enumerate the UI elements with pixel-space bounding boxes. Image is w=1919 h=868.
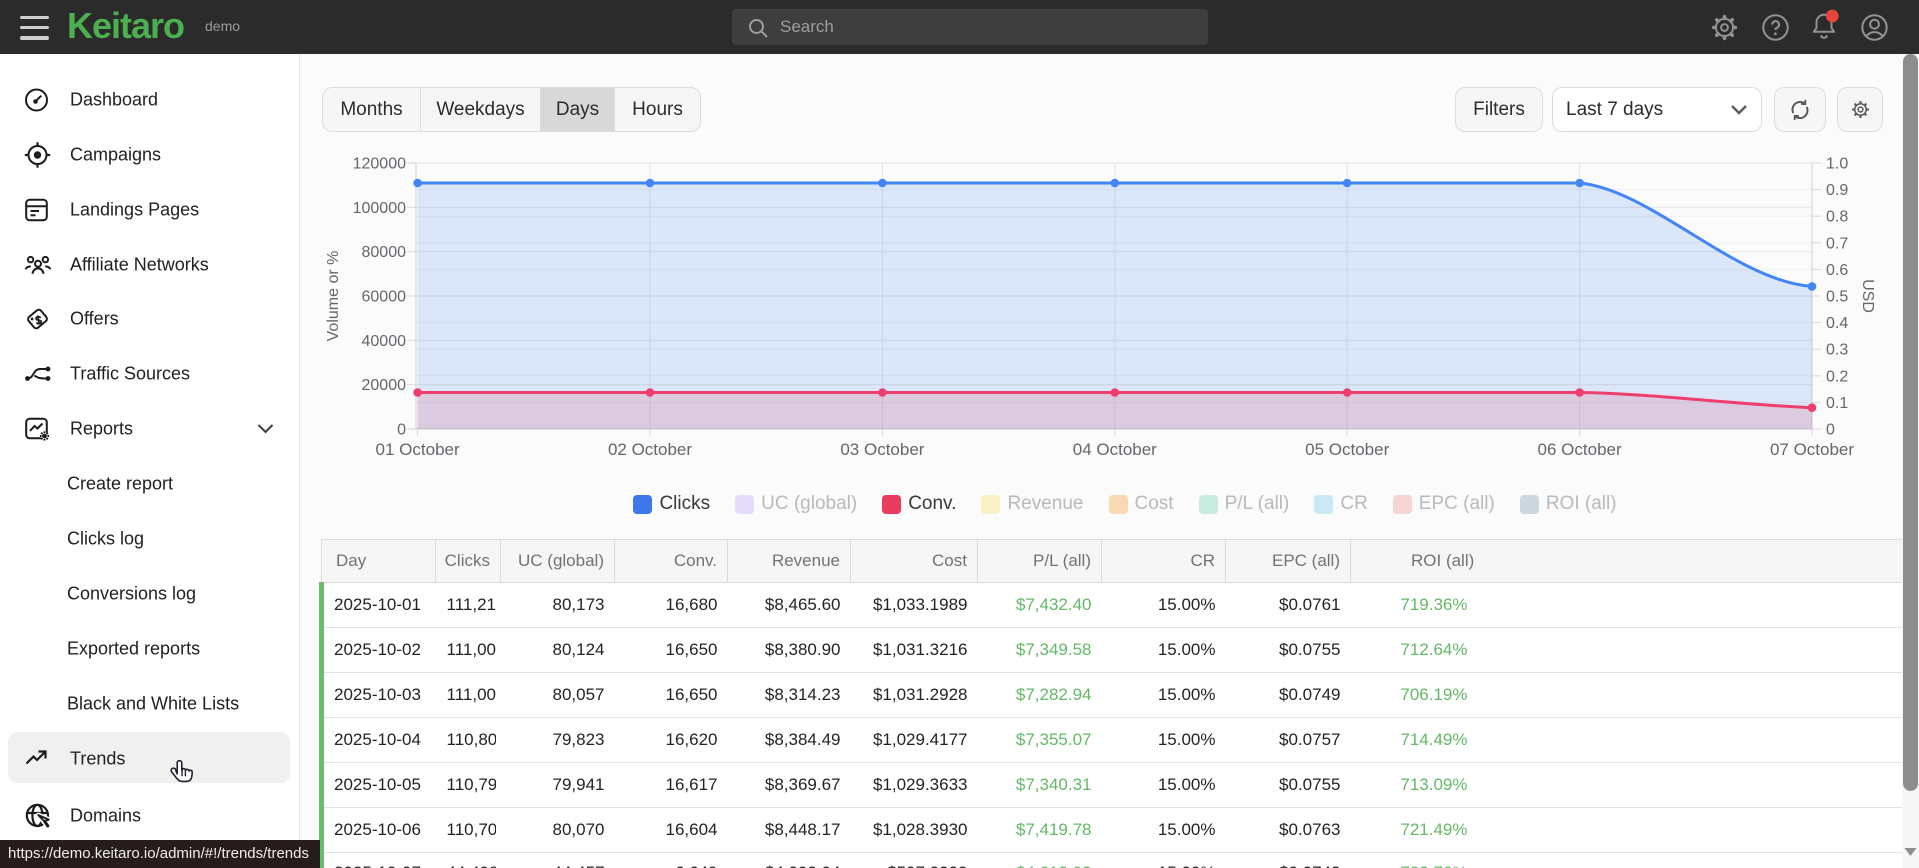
svg-text:0.5: 0.5 (1826, 289, 1848, 306)
svg-text:120000: 120000 (353, 156, 406, 173)
svg-text:0: 0 (1826, 422, 1835, 439)
svg-text:1.0: 1.0 (1826, 156, 1848, 173)
svg-text:04 October: 04 October (1073, 440, 1157, 459)
svg-text:40000: 40000 (362, 333, 407, 350)
svg-text:0.8: 0.8 (1826, 209, 1848, 226)
svg-text:02 October: 02 October (608, 440, 692, 459)
svg-text:0.3: 0.3 (1826, 342, 1848, 359)
svg-text:03 October: 03 October (840, 440, 924, 459)
svg-text:0.4: 0.4 (1826, 315, 1848, 332)
svg-text:Volume or %: Volume or % (325, 251, 342, 342)
svg-text:05 October: 05 October (1305, 440, 1389, 459)
svg-text:0.1: 0.1 (1826, 395, 1848, 412)
svg-text:06 October: 06 October (1538, 440, 1622, 459)
svg-text:0.7: 0.7 (1826, 235, 1848, 252)
svg-text:80000: 80000 (362, 244, 407, 261)
svg-text:100000: 100000 (353, 200, 406, 217)
svg-text:07 October: 07 October (1770, 440, 1854, 459)
svg-text:60000: 60000 (362, 289, 407, 306)
svg-text:01 October: 01 October (376, 440, 460, 459)
svg-text:0.9: 0.9 (1826, 182, 1848, 199)
svg-text:0.2: 0.2 (1826, 368, 1848, 385)
svg-text:20000: 20000 (362, 377, 407, 394)
svg-text:0.6: 0.6 (1826, 262, 1848, 279)
svg-text:0: 0 (397, 422, 406, 439)
svg-text:USD: USD (1859, 279, 1876, 313)
